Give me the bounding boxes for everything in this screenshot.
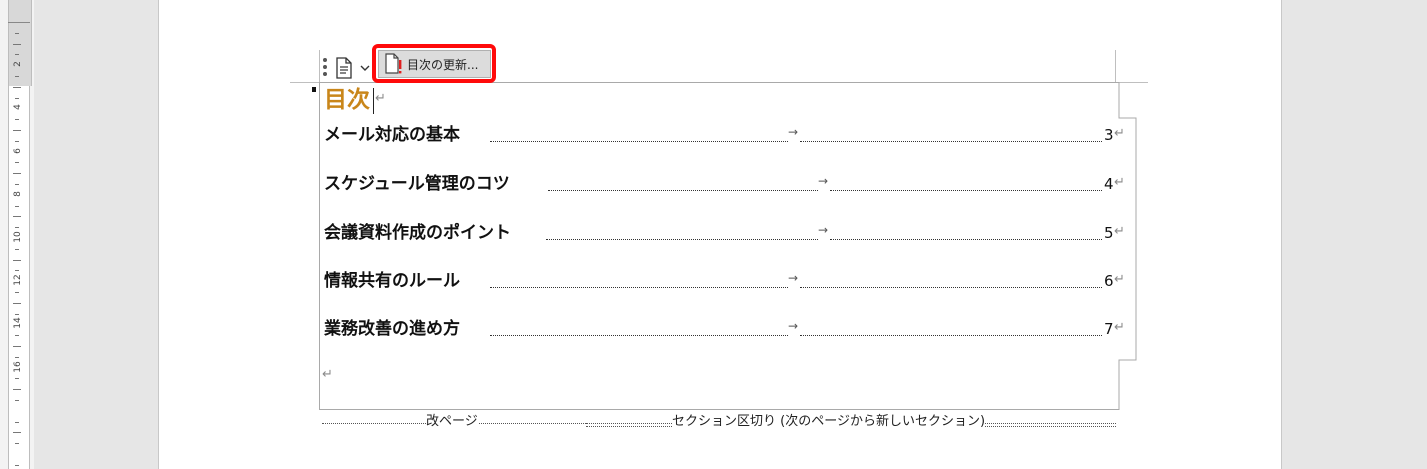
section-break-label: セクション区切り (次のページから新しいセクション) <box>672 414 986 430</box>
toc-page-number: 6 <box>1104 272 1114 290</box>
ruler-tick <box>13 216 21 217</box>
toc-entry[interactable]: スケジュール管理のコツ → 4 ↵ <box>324 171 1125 199</box>
toc-entry[interactable]: 業務改善の進め方 → 7 ↵ <box>324 316 1125 344</box>
document-icon <box>336 57 352 79</box>
tab-mark: → <box>788 125 799 139</box>
toc-entry-title: メール対応の基本 <box>324 125 460 145</box>
toc-entry-title: スケジュール管理のコツ <box>324 174 510 194</box>
ruler-number: 10 <box>13 231 23 243</box>
toc-leader <box>830 190 1102 191</box>
paragraph-mark: ↵ <box>1114 224 1125 239</box>
toc-menu-button[interactable] <box>331 53 375 83</box>
document-workspace: 2 4 6 8 10 12 14 16 目次の更新... 目次 ↵ メール対応の… <box>0 0 1427 469</box>
toc-page-number: 5 <box>1104 224 1114 242</box>
ruler-tick <box>15 162 19 163</box>
ruler-number: 12 <box>13 274 23 286</box>
toc-entry-title: 会議資料作成のポイント <box>324 223 511 243</box>
tab-mark: → <box>818 223 829 237</box>
ruler-tick <box>15 292 19 293</box>
highlight-annotation <box>372 44 496 83</box>
ruler-tick <box>13 44 21 45</box>
ruler-tick <box>13 346 21 347</box>
paragraph-mark: ↵ <box>1114 320 1125 335</box>
toc-heading: 目次 <box>324 87 370 113</box>
ruler-tick <box>15 227 19 228</box>
ruler-tick <box>15 54 19 55</box>
ruler-tick <box>15 119 19 120</box>
ruler-tick <box>15 33 19 34</box>
ruler-tick <box>15 206 19 207</box>
ruler-tick <box>13 130 21 131</box>
ruler-tick <box>15 184 19 185</box>
toc-leader <box>490 141 788 142</box>
ruler-tick <box>15 465 19 466</box>
toc-leader <box>490 287 788 288</box>
anchor-marker <box>312 87 316 92</box>
toc-entry[interactable]: 情報共有のルール → 6 ↵ <box>324 268 1125 296</box>
tab-mark: → <box>818 174 829 188</box>
ruler-number: 6 <box>13 148 23 154</box>
toc-entry-title: 情報共有のルール <box>324 271 460 291</box>
ruler-tick <box>13 389 21 390</box>
toc-entry[interactable]: メール対応の基本 → 3 ↵ <box>324 122 1125 150</box>
ruler-tick <box>15 249 19 250</box>
paragraph-mark: ↵ <box>375 91 386 106</box>
drag-handle-icon[interactable] <box>322 58 328 78</box>
chevron-down-icon <box>360 65 370 71</box>
ruler-tick <box>15 335 19 336</box>
tab-mark: → <box>788 319 799 333</box>
ruler-number: 8 <box>13 191 23 197</box>
toc-leader <box>546 239 818 240</box>
margin-guide-left <box>319 50 320 83</box>
toc-page-number: 7 <box>1104 320 1114 338</box>
ruler-number: 16 <box>13 361 23 373</box>
toc-leader <box>490 335 788 336</box>
ruler-ticks: 2 4 6 8 10 12 14 16 <box>0 0 34 469</box>
ruler-tick <box>15 270 19 271</box>
ruler-number: 2 <box>13 61 23 67</box>
ruler-tick <box>15 400 19 401</box>
paragraph-mark: ↵ <box>322 367 333 382</box>
ruler-tick <box>15 357 19 358</box>
toc-entry[interactable]: 会議資料作成のポイント → 5 ↵ <box>324 220 1125 248</box>
toc-leader <box>800 287 1102 288</box>
ruler-tick <box>15 76 19 77</box>
ruler-tick <box>13 303 21 304</box>
paragraph-mark: ↵ <box>1114 272 1125 287</box>
ruler-tick <box>13 432 21 433</box>
margin-guide-right <box>1115 50 1116 83</box>
text-cursor <box>373 88 374 114</box>
toc-leader <box>800 335 1102 336</box>
tab-mark: → <box>788 271 799 285</box>
ruler-number: 14 <box>13 317 23 329</box>
toc-leader <box>548 190 818 191</box>
toc-entry-title: 業務改善の進め方 <box>324 319 460 339</box>
vertical-ruler[interactable]: 2 4 6 8 10 12 14 16 <box>0 0 34 469</box>
ruler-tick <box>13 260 21 261</box>
page-break-label: 改ページ <box>426 414 478 430</box>
toc-leader <box>800 141 1102 142</box>
toc-page-number: 3 <box>1104 126 1114 144</box>
toc-page-number: 4 <box>1104 175 1114 193</box>
ruler-tick <box>15 378 19 379</box>
ruler-tick <box>13 87 21 88</box>
ruler-tick <box>13 173 21 174</box>
ruler-number: 4 <box>13 104 23 110</box>
paragraph-mark: ↵ <box>1114 126 1125 141</box>
ruler-tick <box>15 141 19 142</box>
toc-leader <box>830 239 1102 240</box>
paragraph-mark: ↵ <box>1114 175 1125 190</box>
ruler-tick <box>15 422 19 423</box>
ruler-tick <box>15 443 19 444</box>
